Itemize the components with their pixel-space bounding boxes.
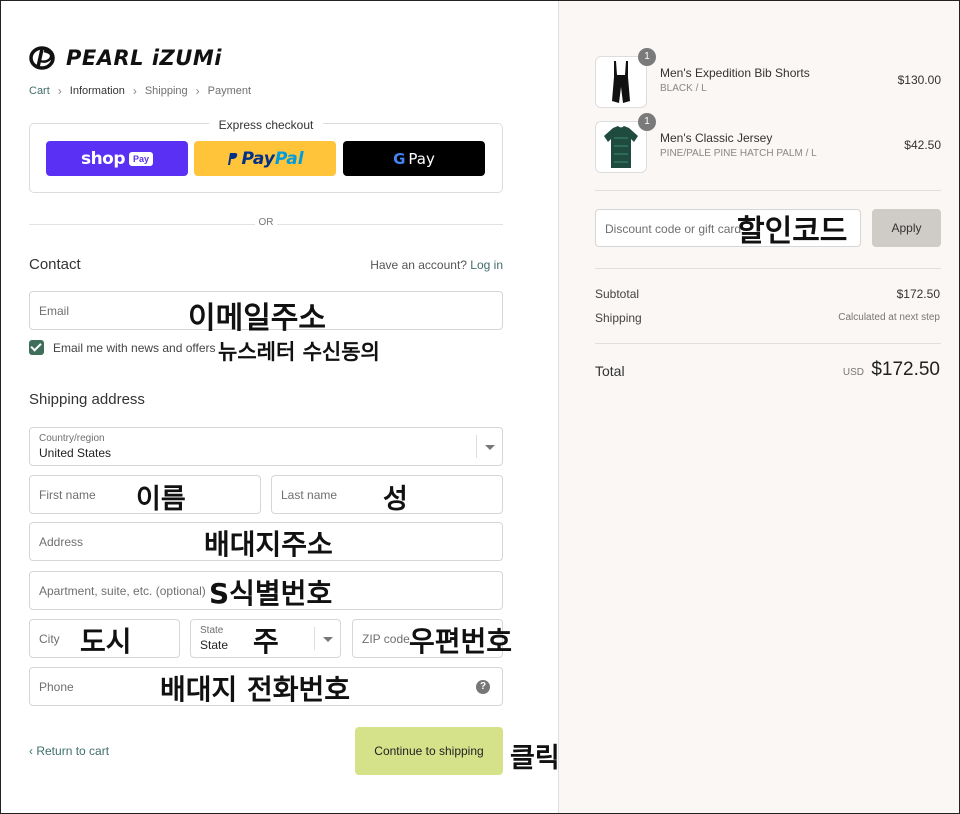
express-checkout: Express checkout shop Pay Pay Pal G Pay xyxy=(29,118,503,193)
breadcrumb-payment: Payment xyxy=(207,85,252,97)
total-value: $172.50 xyxy=(871,359,940,380)
quantity-badge: 1 xyxy=(638,113,656,131)
help-icon[interactable]: ? xyxy=(476,680,490,694)
jersey-icon xyxy=(604,126,638,168)
order-item: 1 Men's Expedition Bib Shorts BLACK / L … xyxy=(595,48,941,108)
annotation-state: 주 xyxy=(253,625,279,658)
google-pay-word: Pay xyxy=(408,149,435,168)
state-value: State xyxy=(200,638,229,652)
checkout-form-panel: PEARL iZUMi Cart › Information › Shippin… xyxy=(0,0,560,814)
country-value: United States xyxy=(39,446,112,460)
paypal-word-pal: Pal xyxy=(274,148,304,169)
order-item: 1 Men's Classic Jersey PINE/PALE PINE HA… xyxy=(595,113,941,173)
subtotal-value: $172.50 xyxy=(896,287,940,301)
breadcrumb-information: Information xyxy=(69,85,125,97)
summary-divider xyxy=(595,343,941,344)
annotation-city: 도시 xyxy=(80,625,132,658)
product-thumbnail xyxy=(595,56,647,108)
account-prompt: Have an account? Log in xyxy=(370,258,503,272)
annotation-phone: 배대지 전화번호 xyxy=(160,673,351,706)
item-price: $42.50 xyxy=(904,138,941,152)
shipping-address-title: Shipping address xyxy=(29,391,145,408)
summary-divider xyxy=(595,190,941,191)
chevron-down-icon xyxy=(476,435,502,458)
total-label: Total xyxy=(595,363,625,379)
order-summary-panel: 1 Men's Expedition Bib Shorts BLACK / L … xyxy=(558,0,960,814)
item-name: Men's Expedition Bib Shorts xyxy=(660,66,810,80)
summary-divider xyxy=(595,268,941,269)
annotation-zip: 우편번호 xyxy=(409,625,513,658)
shop-pay-badge: Pay xyxy=(129,151,154,166)
shipping-value: Calculated at next step xyxy=(838,312,940,323)
last-name-placeholder: Last name xyxy=(281,488,338,502)
product-thumbnail xyxy=(595,121,647,173)
quantity-badge: 1 xyxy=(638,48,656,66)
return-to-cart-link[interactable]: ‹ Return to cart xyxy=(29,744,109,758)
discount-placeholder: Discount code or gift card xyxy=(605,222,742,236)
chevron-right-icon: › xyxy=(195,84,200,98)
or-label: OR xyxy=(255,217,277,228)
annotation-continue: 클릭 xyxy=(510,743,560,774)
phone-placeholder: Phone xyxy=(39,680,74,694)
annotation-apartment: S식별번호 xyxy=(209,577,333,610)
login-link[interactable]: Log in xyxy=(470,258,503,272)
paypal-word-pay: Pay xyxy=(241,148,275,169)
first-name-placeholder: First name xyxy=(39,488,96,502)
item-variant: PINE/PALE PINE HATCH PALM / L xyxy=(660,148,817,159)
item-variant: BLACK / L xyxy=(660,83,707,94)
annotation-email: 이메일주소 xyxy=(188,301,326,336)
brand-name: PEARL iZUMi xyxy=(66,46,222,70)
annotation-last-name: 성 xyxy=(383,484,408,515)
contact-title: Contact xyxy=(29,256,81,273)
account-prompt-text: Have an account? xyxy=(370,258,467,272)
annotation-address: 배대지주소 xyxy=(204,528,333,561)
annotation-discount: 할인코드 xyxy=(737,214,848,249)
pearl-izumi-logo-icon xyxy=(29,46,55,70)
chevron-right-icon: › xyxy=(57,84,62,98)
breadcrumb-shipping: Shipping xyxy=(144,85,188,97)
currency-code: USD xyxy=(842,367,864,378)
chevron-right-icon: › xyxy=(132,84,137,98)
annotation-first-name: 이름 xyxy=(136,484,186,515)
item-price: $130.00 xyxy=(897,73,941,87)
address-placeholder: Address xyxy=(39,535,84,549)
paypal-button[interactable]: Pay Pal xyxy=(194,141,336,176)
express-checkout-title: Express checkout xyxy=(208,118,324,132)
return-to-cart-label: Return to cart xyxy=(36,744,110,758)
zip-placeholder: ZIP code xyxy=(362,632,410,646)
apply-button[interactable]: Apply xyxy=(872,209,941,247)
chevron-left-icon: ‹ xyxy=(29,744,33,758)
newsletter-label: Email me with news and offers xyxy=(53,341,216,355)
shop-pay-word: shop xyxy=(80,148,126,169)
state-label: State xyxy=(200,625,224,636)
newsletter-checkbox[interactable] xyxy=(29,340,44,355)
email-placeholder: Email xyxy=(39,304,70,318)
country-label: Country/region xyxy=(39,433,105,444)
google-g-icon: G xyxy=(393,149,406,168)
annotation-newsletter: 뉴스레터 수신동의 xyxy=(218,340,380,364)
country-select[interactable]: Country/region United States xyxy=(29,427,503,466)
brand-logo[interactable]: PEARL iZUMi xyxy=(28,44,222,72)
chevron-down-icon xyxy=(314,627,340,650)
city-placeholder: City xyxy=(39,632,60,646)
shipping-label: Shipping xyxy=(595,311,642,325)
breadcrumb-cart[interactable]: Cart xyxy=(29,85,50,97)
breadcrumb: Cart › Information › Shipping › Payment xyxy=(29,84,251,98)
item-name: Men's Classic Jersey xyxy=(660,131,773,145)
google-pay-button[interactable]: G Pay xyxy=(343,141,485,176)
subtotal-label: Subtotal xyxy=(595,287,640,301)
shop-pay-button[interactable]: shop Pay xyxy=(46,141,188,176)
continue-to-shipping-button[interactable]: Continue to shipping xyxy=(355,727,503,775)
apartment-placeholder: Apartment, suite, etc. (optional) xyxy=(39,584,206,598)
paypal-icon xyxy=(228,152,238,165)
bib-shorts-icon xyxy=(612,61,630,103)
